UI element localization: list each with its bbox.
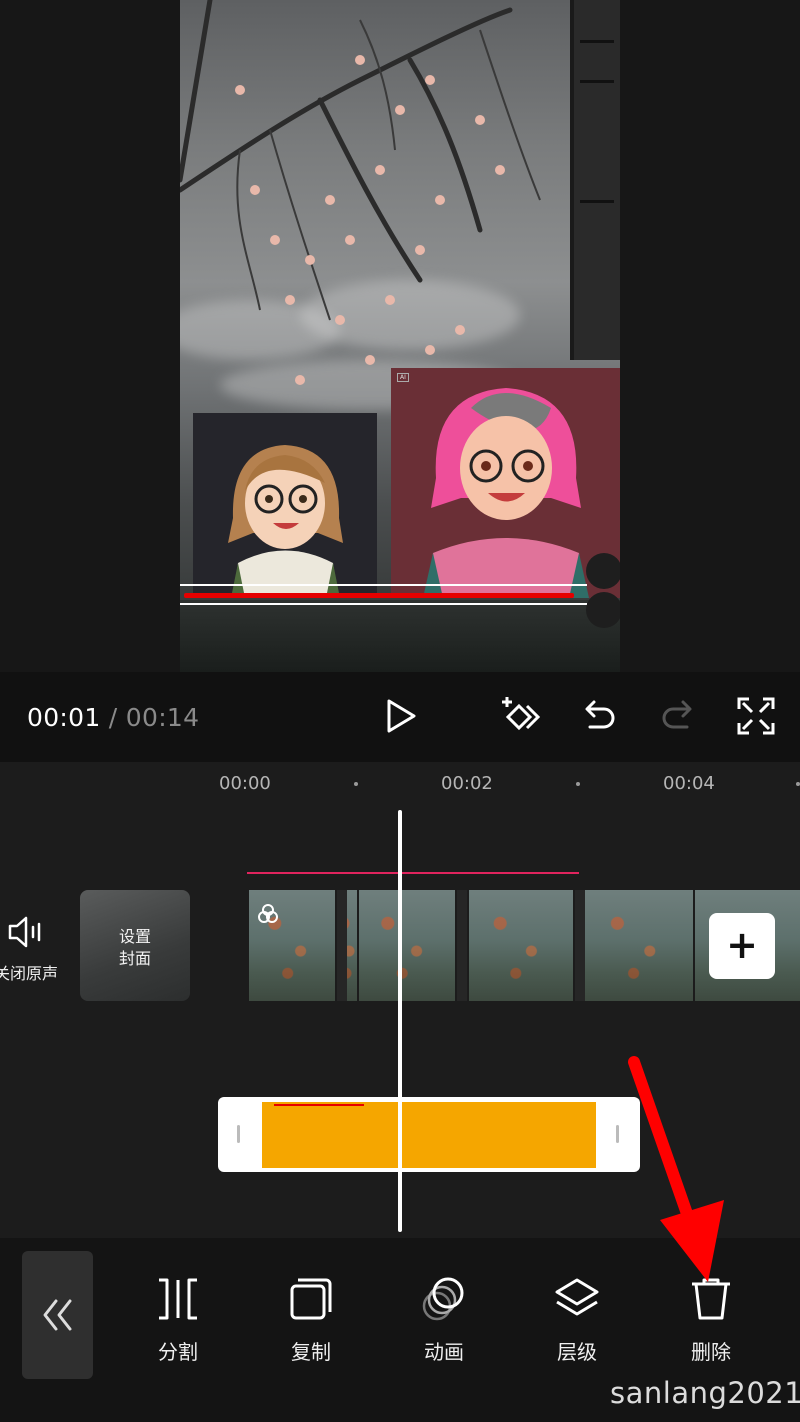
keyframe-add-icon[interactable] bbox=[499, 695, 541, 737]
time-separator: / bbox=[108, 703, 118, 732]
trim-handle-right[interactable] bbox=[616, 1125, 619, 1143]
video-frame-thumbnail bbox=[585, 890, 693, 1001]
clip-red-mark bbox=[274, 1104, 364, 1106]
ruler-dot bbox=[576, 782, 580, 786]
subtitle-frame-top bbox=[180, 584, 587, 586]
time-display: 00:01 / 00:14 bbox=[27, 703, 199, 732]
playhead[interactable] bbox=[398, 810, 402, 1232]
video-frame-thumbnail bbox=[337, 890, 357, 1001]
mute-label: 关闭原声 bbox=[0, 964, 59, 983]
avatar-sticker-right[interactable]: AI bbox=[391, 368, 620, 598]
ruler-dot bbox=[354, 782, 358, 786]
sticker-track-clip[interactable] bbox=[218, 1097, 640, 1172]
cover-label-line2: 封面 bbox=[118, 949, 151, 968]
scale-handle-icon[interactable] bbox=[586, 592, 620, 628]
ruler-label: 00:02 bbox=[441, 773, 493, 794]
ruler-label: 00:04 bbox=[663, 773, 715, 794]
trim-handle-left[interactable] bbox=[237, 1125, 240, 1143]
wooden-window-frame bbox=[570, 0, 620, 360]
cover-label: 设置 封面 bbox=[80, 926, 190, 970]
cartoon-girl-illustration bbox=[228, 445, 343, 598]
rotate-handle-icon[interactable] bbox=[586, 553, 620, 589]
copy-button[interactable]: 复制 bbox=[271, 1276, 351, 1365]
cover-label-line1: 设置 bbox=[118, 927, 151, 946]
ruler-label: 00:00 bbox=[219, 773, 271, 794]
sticker-clip-body[interactable] bbox=[262, 1102, 596, 1168]
avatar-sticker-left[interactable] bbox=[193, 413, 377, 598]
speaker-icon bbox=[8, 916, 41, 948]
animation-icon bbox=[422, 1277, 464, 1321]
cartoon-girl-pink-illustration bbox=[423, 388, 589, 598]
video-preview[interactable]: AI bbox=[180, 0, 620, 672]
copy-label: 复制 bbox=[291, 1340, 331, 1364]
ai-tag: AI bbox=[397, 373, 409, 382]
collapse-back-button[interactable] bbox=[22, 1251, 93, 1379]
add-clip-button[interactable]: + bbox=[709, 913, 775, 979]
video-frame-thumbnail bbox=[457, 890, 467, 1001]
delete-label: 删除 bbox=[691, 1340, 731, 1364]
set-cover-button[interactable]: 设置 封面 bbox=[80, 890, 190, 1001]
split-icon bbox=[159, 1278, 197, 1320]
total-time: 00:14 bbox=[125, 703, 200, 732]
layers-icon bbox=[555, 1278, 599, 1316]
split-label: 分割 bbox=[158, 1340, 198, 1364]
audio-track-line[interactable] bbox=[247, 872, 579, 874]
delete-button[interactable]: 删除 bbox=[671, 1276, 751, 1365]
video-frame-thumbnail bbox=[575, 890, 585, 1001]
fullscreen-icon[interactable] bbox=[735, 695, 777, 737]
video-frame-thumbnail bbox=[469, 890, 573, 1001]
layers-button[interactable]: 层级 bbox=[537, 1276, 617, 1365]
video-frame-thumbnail bbox=[359, 890, 455, 1001]
trash-icon bbox=[692, 1278, 730, 1320]
play-icon[interactable] bbox=[380, 695, 422, 737]
ruler-dot bbox=[796, 782, 800, 786]
subtitle-frame-bottom bbox=[180, 603, 587, 605]
current-time: 00:01 bbox=[27, 703, 101, 732]
split-button[interactable]: 分割 bbox=[138, 1276, 218, 1365]
undo-icon[interactable] bbox=[578, 695, 620, 737]
copy-icon bbox=[290, 1278, 332, 1320]
redo-icon[interactable] bbox=[657, 695, 699, 737]
persimmon-branches bbox=[180, 0, 541, 385]
subtitle-red-line bbox=[184, 593, 574, 598]
layers-label: 层级 bbox=[557, 1340, 597, 1364]
animation-button[interactable]: 动画 bbox=[404, 1276, 484, 1365]
watermark: sanlang2021 bbox=[610, 1376, 800, 1410]
animation-label: 动画 bbox=[424, 1340, 464, 1364]
double-chevron-left-icon bbox=[43, 1299, 72, 1331]
foliage bbox=[180, 600, 620, 672]
clip-effect-icon[interactable] bbox=[257, 903, 279, 925]
